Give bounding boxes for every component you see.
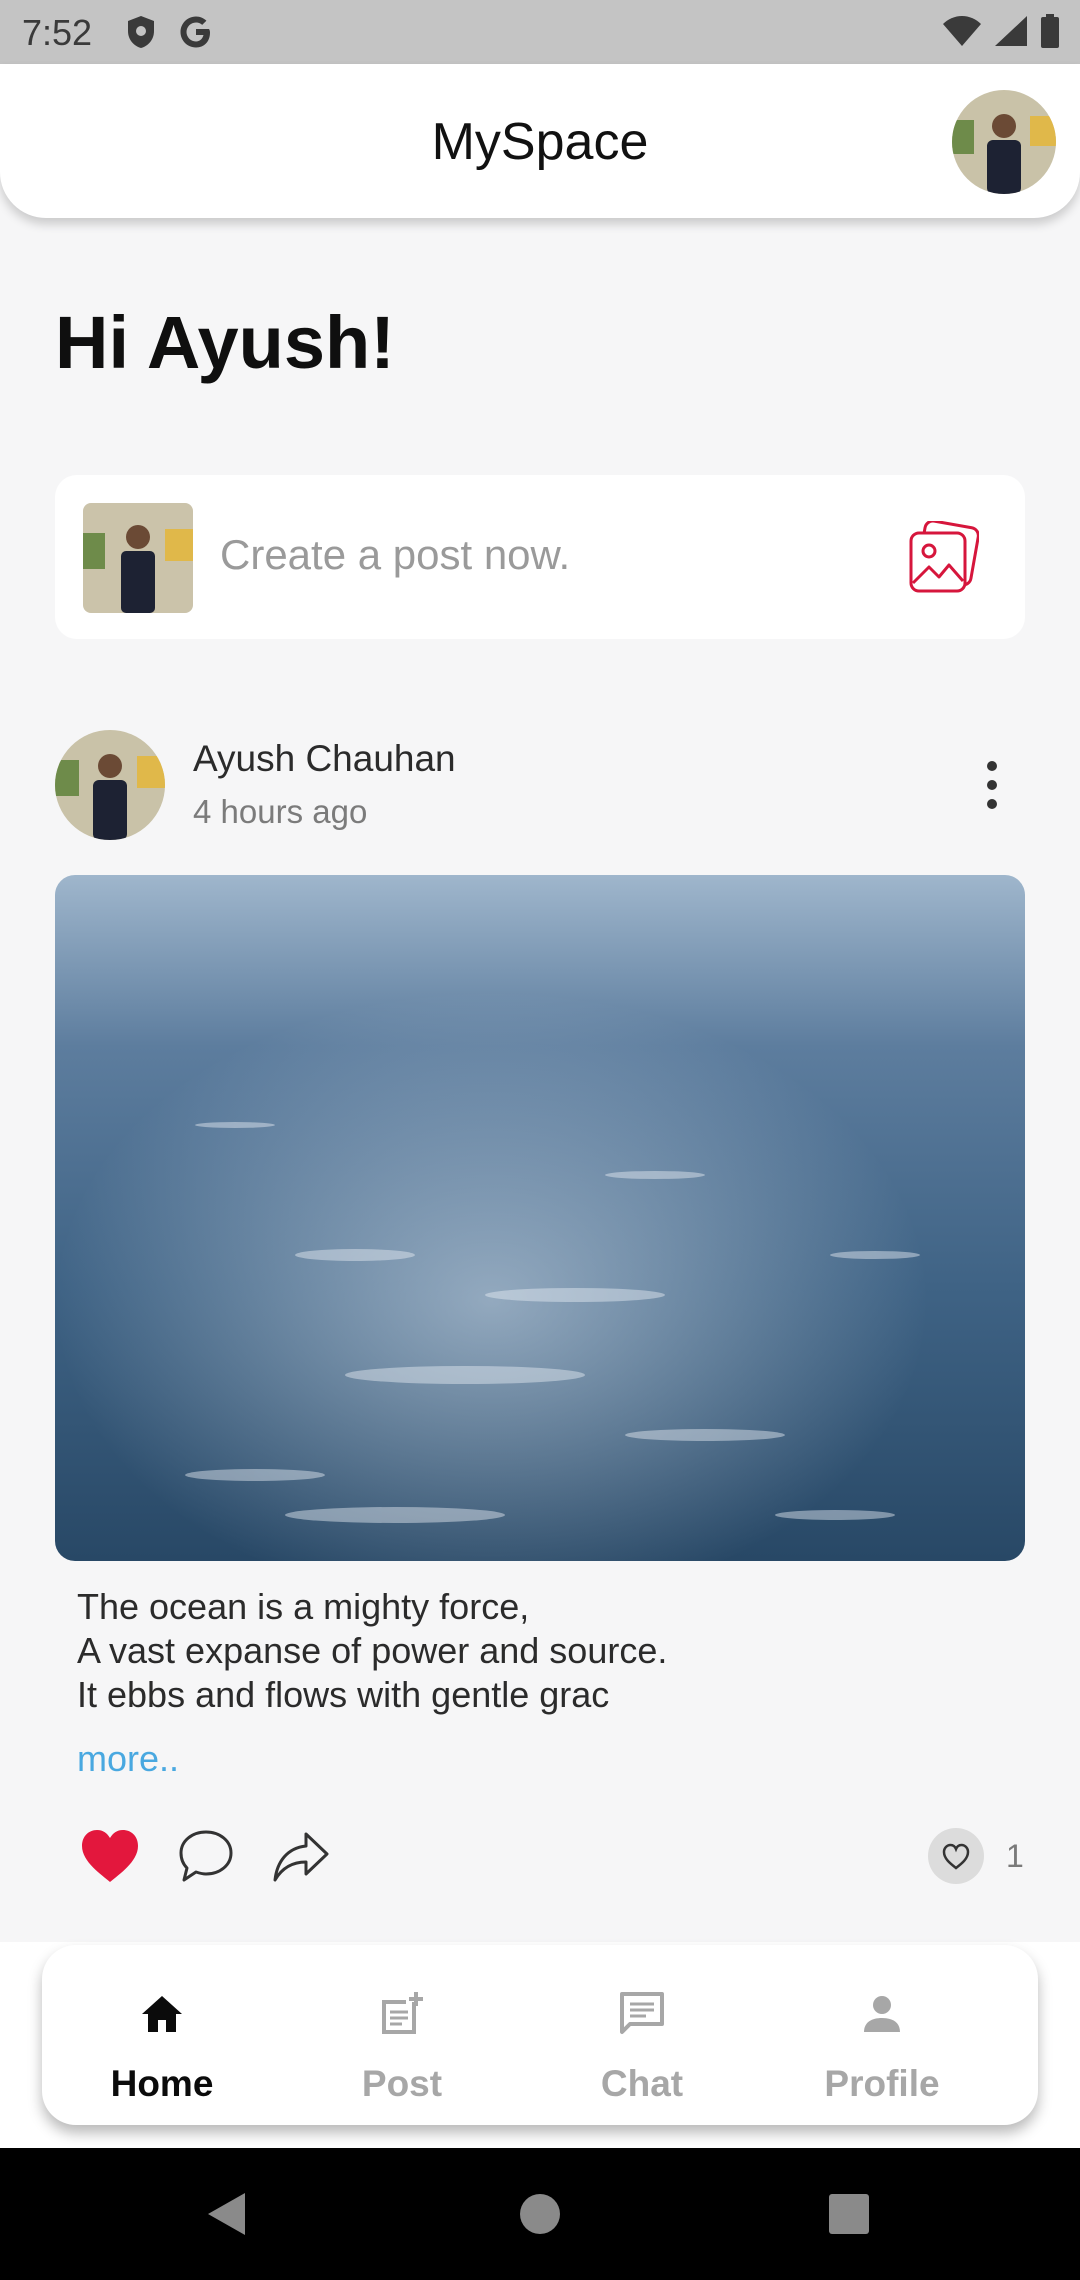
caption-line: A vast expanse of power and source. (77, 1630, 668, 1671)
post-caption: The ocean is a mighty force, A vast expa… (77, 1585, 667, 1717)
post-author-avatar[interactable] (55, 730, 165, 840)
recents-icon[interactable] (829, 2194, 869, 2234)
app-bar: MySpace (0, 64, 1080, 218)
like-heart-icon[interactable] (80, 1828, 140, 1884)
bottom-nav: Home Post Chat Profile (42, 1945, 1038, 2125)
image-picker-icon[interactable] (907, 521, 979, 595)
like-count-badge[interactable] (928, 1828, 984, 1884)
create-post-card[interactable]: Create a post now. (55, 475, 1025, 639)
post-add-icon (382, 1992, 423, 2034)
more-vert-icon[interactable] (972, 758, 1012, 814)
post-image[interactable] (55, 875, 1025, 1561)
nav-label-post: Post (361, 2063, 443, 2104)
nav-label-chat: Chat (600, 2063, 684, 2104)
home-circle-icon[interactable] (518, 2192, 562, 2236)
caption-line: It ebbs and flows with gentle grac (77, 1674, 610, 1715)
user-avatar (83, 503, 193, 613)
wifi-icon (943, 16, 981, 46)
chat-icon (620, 1992, 664, 2034)
caption-line: The ocean is a mighty force, (77, 1586, 530, 1627)
status-bar: 7:52 (0, 0, 1080, 64)
shield-icon (128, 16, 154, 48)
home-icon (142, 1996, 182, 2032)
nav-item-chat[interactable]: Chat (522, 1945, 762, 2125)
status-time: 7:52 (22, 12, 93, 53)
google-icon (180, 16, 210, 48)
nav-item-profile[interactable]: Profile (762, 1945, 1002, 2125)
post-author-name[interactable]: Ayush Chauhan (193, 738, 456, 780)
person-icon (864, 1996, 900, 2032)
battery-icon (1041, 14, 1059, 48)
nav-item-post[interactable]: Post (282, 1945, 522, 2125)
nav-label-home: Home (110, 2063, 214, 2104)
system-nav-bar (0, 2148, 1080, 2280)
app-title: MySpace (431, 113, 649, 171)
like-count: 1 (1006, 1838, 1024, 1874)
more-link[interactable]: more.. (77, 1738, 179, 1780)
comment-icon[interactable] (178, 1828, 234, 1884)
heart-outline-icon (942, 1843, 970, 1870)
post-timestamp: 4 hours ago (193, 793, 368, 830)
nav-label-profile: Profile (824, 2063, 940, 2104)
profile-avatar[interactable] (952, 90, 1056, 194)
signal-icon (995, 16, 1027, 46)
back-icon[interactable] (205, 2191, 247, 2237)
nav-item-home[interactable]: Home (42, 1945, 282, 2125)
create-post-input[interactable]: Create a post now. (220, 531, 570, 579)
share-icon[interactable] (272, 1830, 330, 1884)
greeting: Hi Ayush! (55, 301, 395, 384)
